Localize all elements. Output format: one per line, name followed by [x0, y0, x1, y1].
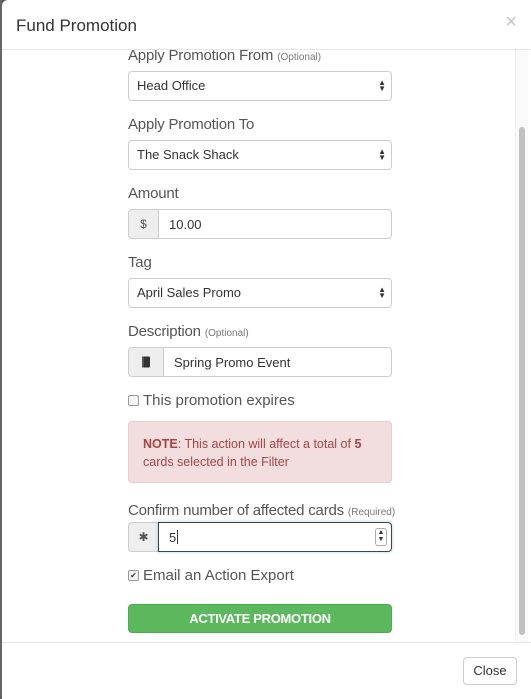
description-label-text: Description — [128, 323, 201, 340]
note-alert: NOTE: This action will affect a total of… — [128, 421, 392, 483]
scrollbar-track[interactable] — [515, 50, 528, 642]
apply-from-value: Head Office — [137, 78, 206, 93]
confirm-label-text: Confirm number of affected cards — [128, 502, 344, 519]
note-text: : This action will affect a total of — [177, 437, 355, 451]
tag-select[interactable]: April Sales Promo ▲ ▼ — [128, 278, 392, 308]
modal-body: Apply Promotion From (Optional) Head Off… — [2, 50, 531, 642]
modal-footer: Close — [2, 642, 531, 699]
apply-to-select[interactable]: The Snack Shack ▲ ▼ — [128, 140, 392, 170]
apply-from-label: Apply Promotion From (Optional) — [128, 50, 321, 64]
modal-title: Fund Promotion — [16, 16, 137, 35]
fund-promotion-modal: Fund Promotion × Apply Promotion From (O… — [2, 0, 531, 699]
email-export-label: Email an Action Export — [143, 567, 294, 584]
scrollbar-thumb[interactable] — [519, 127, 525, 635]
select-arrows-icon: ▲ ▼ — [378, 285, 386, 300]
description-value: Spring Promo Event — [174, 354, 291, 370]
note-text-end: cards selected in the Filter — [143, 455, 289, 469]
optional-hint: (Optional) — [204, 328, 249, 339]
apply-to-label: Apply Promotion To — [128, 116, 255, 133]
apply-from-label-text: Apply Promotion From — [128, 50, 274, 64]
tag-value: April Sales Promo — [137, 285, 242, 300]
number-spinner[interactable]: ▲ ▼ — [375, 528, 387, 546]
select-arrows-icon: ▲ ▼ — [378, 78, 386, 93]
confirm-input-group: ✱ 5 ▲ ▼ — [128, 522, 392, 552]
close-icon[interactable]: × — [505, 12, 517, 32]
confirm-count-input[interactable]: 5 ▲ ▼ — [158, 522, 392, 552]
asterisk-icon: ✱ — [128, 522, 158, 552]
modal-header: Fund Promotion × — [2, 0, 531, 50]
expires-checkbox[interactable] — [128, 395, 139, 406]
select-arrows-icon: ▲ ▼ — [378, 147, 386, 162]
email-export-checkbox-row[interactable]: ✔ Email an Action Export — [128, 567, 294, 584]
book-icon-svg — [142, 356, 150, 368]
note-count: 5 — [354, 437, 362, 451]
amount-label: Amount — [128, 185, 179, 202]
amount-input[interactable]: 10.00 — [158, 209, 392, 239]
required-hint: (Required) — [347, 507, 396, 518]
description-input-group: Spring Promo Event — [128, 347, 392, 377]
note-prefix: NOTE — [143, 437, 178, 451]
expires-checkbox-row[interactable]: This promotion expires — [128, 392, 295, 409]
apply-from-select[interactable]: Head Office ▲ ▼ — [128, 71, 392, 101]
text-caret — [177, 530, 179, 544]
close-button[interactable]: Close — [463, 657, 517, 685]
confirm-count-value: 5 — [169, 529, 177, 545]
dollar-addon: $ — [128, 209, 158, 239]
expires-label: This promotion expires — [143, 392, 295, 409]
activate-promotion-button[interactable]: ACTIVATE PROMOTION — [128, 604, 392, 633]
optional-hint: (Optional) — [277, 52, 322, 63]
description-input[interactable]: Spring Promo Event — [163, 347, 392, 377]
tag-label: Tag — [128, 254, 152, 271]
email-export-checkbox[interactable]: ✔ — [128, 570, 139, 581]
amount-value: 10.00 — [169, 216, 202, 232]
book-icon — [128, 347, 163, 377]
description-label: Description (Optional) — [128, 323, 249, 340]
confirm-label: Confirm number of affected cards (Requir… — [128, 502, 395, 519]
amount-input-group: $ 10.00 — [128, 209, 392, 239]
apply-to-value: The Snack Shack — [137, 147, 239, 162]
